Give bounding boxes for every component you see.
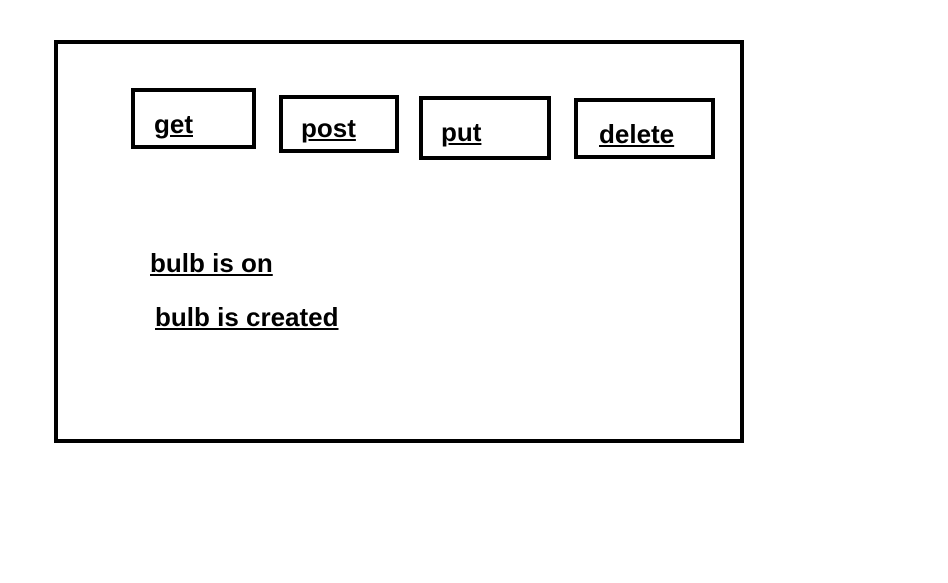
- delete-button[interactable]: delete: [574, 98, 715, 159]
- status-message-bulb-created: bulb is created: [155, 302, 339, 332]
- post-button-label: post: [301, 113, 356, 143]
- get-button-label: get: [154, 109, 193, 139]
- post-button[interactable]: post: [279, 95, 399, 153]
- delete-button-label: delete: [599, 119, 675, 149]
- put-button[interactable]: put: [419, 96, 551, 160]
- put-button-label: put: [441, 117, 482, 147]
- status-message-bulb-on: bulb is on: [150, 248, 273, 278]
- get-button[interactable]: get: [131, 88, 256, 149]
